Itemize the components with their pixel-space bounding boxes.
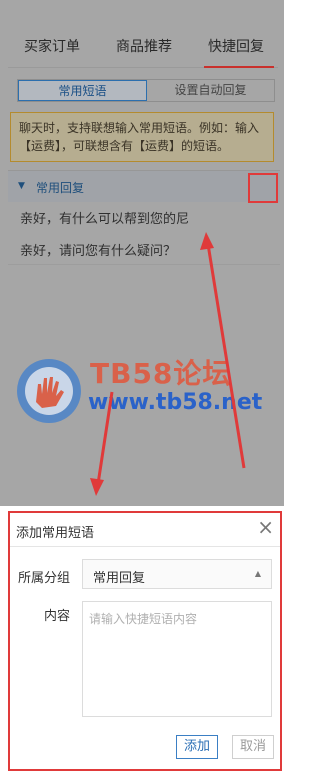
add-button[interactable]: 添加 bbox=[176, 735, 218, 759]
dimmed-chat-panel: 买家订单 商品推荐 快捷回复 常用短语 设置自动回复 聊天时，支持联想输入常用短… bbox=[0, 0, 284, 506]
dialog-header: 添加常用短语 × bbox=[10, 513, 280, 547]
caret-up-icon: ▲ bbox=[254, 569, 261, 578]
group-select[interactable]: 常用回复 ▲ bbox=[82, 559, 272, 589]
content-textarea[interactable]: 请输入快捷短语内容 bbox=[82, 601, 272, 717]
group-label: 所属分组 bbox=[18, 571, 71, 586]
content-label: 内容 bbox=[44, 609, 71, 624]
cancel-button[interactable]: 取消 bbox=[232, 735, 274, 759]
close-icon[interactable]: × bbox=[257, 515, 274, 539]
group-select-value: 常用回复 bbox=[93, 571, 146, 586]
add-phrase-dialog: 添加常用短语 × 所属分组 常用回复 ▲ 内容 请输入快捷短语内容 添加 取消 bbox=[8, 511, 282, 771]
dialog-title: 添加常用短语 bbox=[16, 526, 95, 541]
annotation-arrows bbox=[90, 232, 246, 496]
